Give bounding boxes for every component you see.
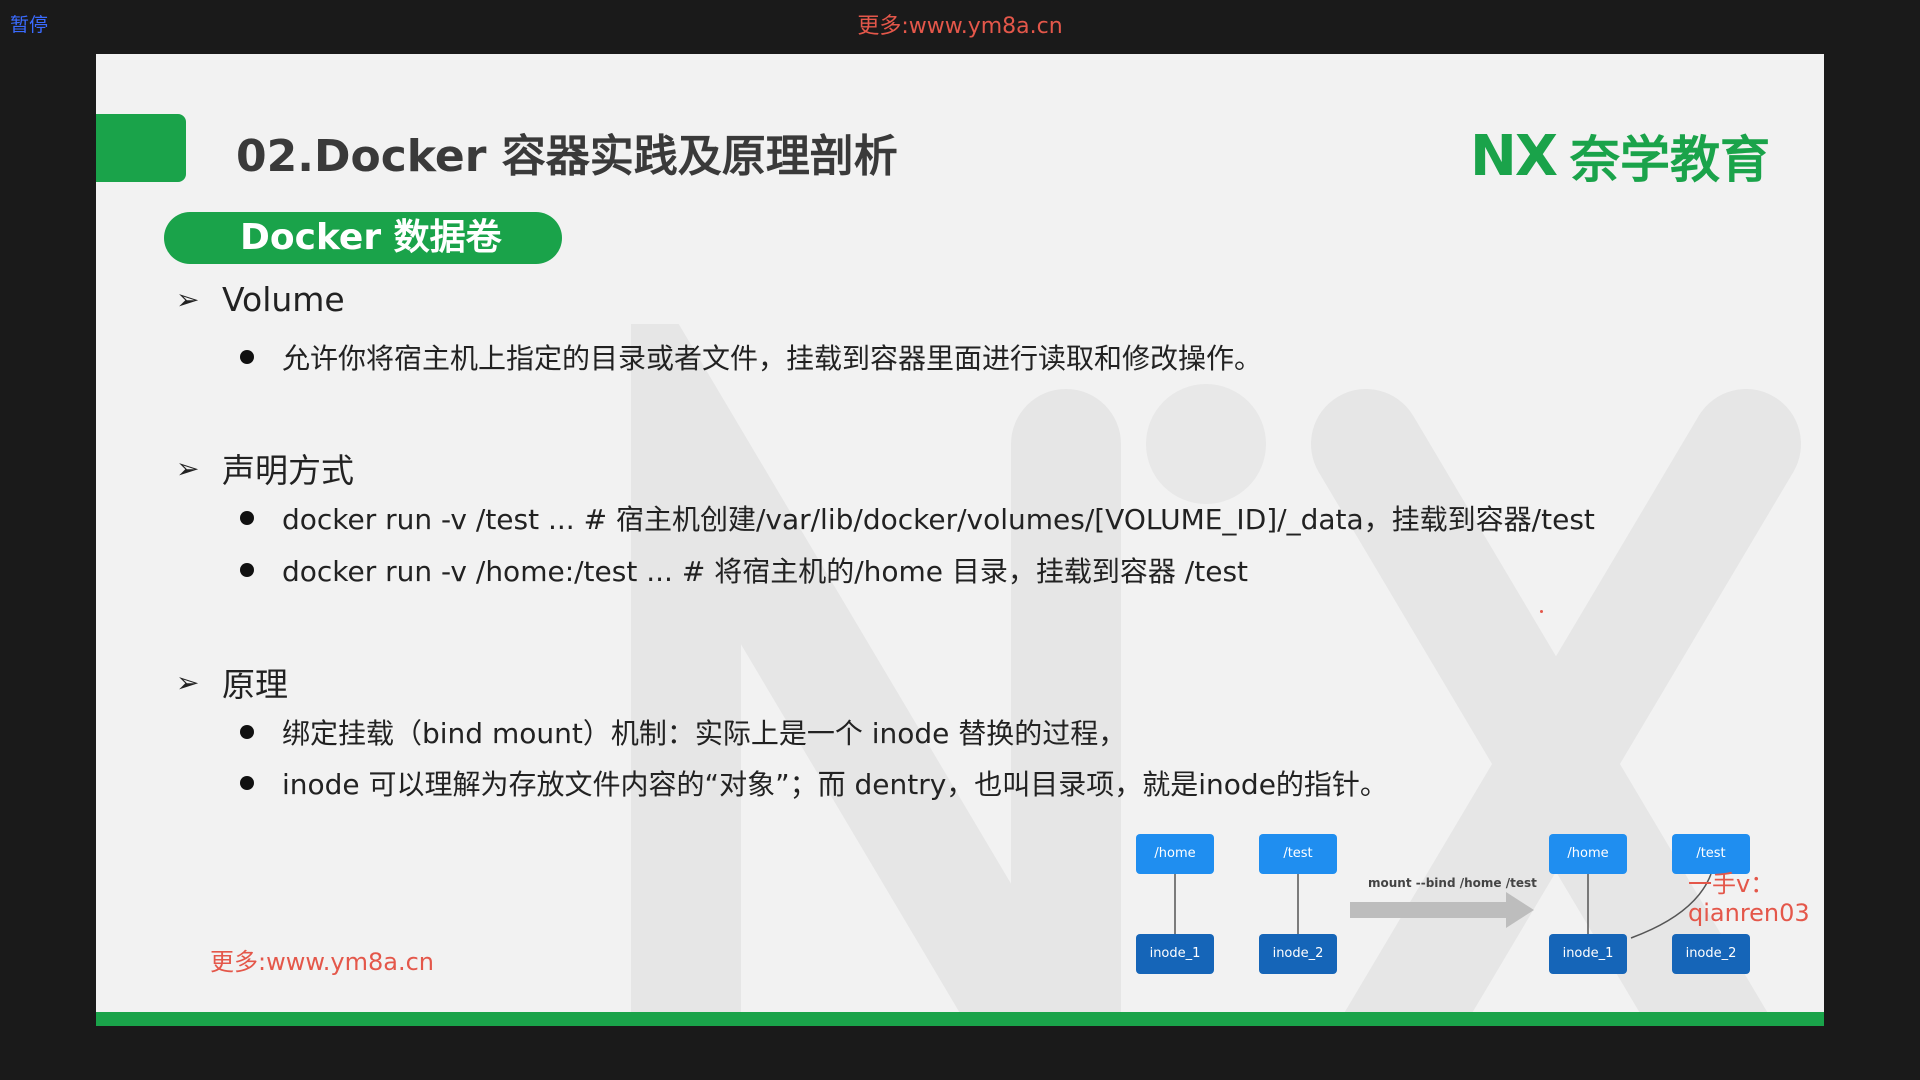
diagram-connectors — [1174, 873, 1712, 939]
inode-node-1: inode_1 — [1136, 934, 1214, 974]
dir-node-home-after: /home — [1549, 834, 1627, 874]
bullet-dot-icon — [240, 725, 254, 739]
mount-command-label: mount --bind /home /test — [1368, 876, 1537, 890]
slide: 02.Docker 容器实践及原理剖析 NX 奈学教育 Docker 数据卷 ➢… — [96, 54, 1824, 1026]
heading-text: 声明方式 — [222, 451, 354, 490]
bullet-dot-icon — [240, 776, 254, 790]
bullet-dot-icon — [240, 563, 254, 577]
arrow-bullet-icon: ➢ — [176, 283, 200, 316]
brand-text: 奈学教育 — [1570, 131, 1770, 189]
section-heading-declaration: ➢ 声明方式 — [176, 444, 354, 492]
list-item: 允许你将宿主机上指定的目录或者文件，挂载到容器里面进行读取和修改操作。 — [240, 337, 1262, 377]
side-watermark: 一手v：qianren03 — [1688, 870, 1810, 927]
brand-mark: NX — [1469, 123, 1558, 189]
top-watermark: 更多:www.ym8a.cn — [857, 14, 1063, 39]
bottom-accent-bar — [96, 1012, 1824, 1026]
bullet-text: docker run -v /home:/test ... # 将宿主机的/ho… — [282, 555, 1249, 588]
slide-title: 02.Docker 容器实践及原理剖析 — [236, 131, 898, 182]
stray-dot — [1540, 610, 1543, 613]
arrow-bullet-icon: ➢ — [176, 451, 200, 485]
list-item: docker run -v /test ... # 宿主机创建/var/lib/… — [240, 498, 1595, 538]
arrow-bullet-icon: ➢ — [176, 665, 200, 699]
bullet-dot-icon — [240, 511, 254, 525]
bullet-text: inode 可以理解为存放文件内容的“对象”；而 dentry，也叫目录项，就是… — [282, 768, 1388, 801]
bottom-watermark: 更多:www.ym8a.cn — [210, 948, 434, 976]
section-pill: Docker 数据卷 — [164, 212, 562, 264]
inode-node-1-after: inode_1 — [1549, 934, 1627, 974]
bullet-text: docker run -v /test ... # 宿主机创建/var/lib/… — [282, 503, 1595, 536]
section-heading-principle: ➢ 原理 — [176, 658, 288, 706]
bullet-dot-icon — [240, 350, 254, 364]
brand-logo: NX 奈学教育 — [1470, 120, 1770, 192]
heading-text: 原理 — [222, 665, 288, 704]
bind-mount-diagram: /home /test inode_1 inode_2 mount --bind… — [1136, 834, 1756, 984]
bullet-text: 允许你将宿主机上指定的目录或者文件，挂载到容器里面进行读取和修改操作。 — [282, 342, 1263, 375]
heading-text: Volume — [222, 280, 345, 319]
title-tab-marker — [96, 114, 186, 182]
list-item: docker run -v /home:/test ... # 将宿主机的/ho… — [240, 550, 1248, 590]
section-heading-volume: ➢ Volume — [176, 280, 345, 319]
dir-node-test: /test — [1259, 834, 1337, 874]
inode-node-2-after: inode_2 — [1672, 934, 1750, 974]
bullet-text: 绑定挂载（bind mount）机制：实际上是一个 inode 替换的过程， — [282, 717, 1127, 750]
inode-node-2: inode_2 — [1259, 934, 1337, 974]
dir-node-home: /home — [1136, 834, 1214, 874]
list-item: inode 可以理解为存放文件内容的“对象”；而 dentry，也叫目录项，就是… — [240, 763, 1388, 803]
list-item: 绑定挂载（bind mount）机制：实际上是一个 inode 替换的过程， — [240, 712, 1126, 752]
